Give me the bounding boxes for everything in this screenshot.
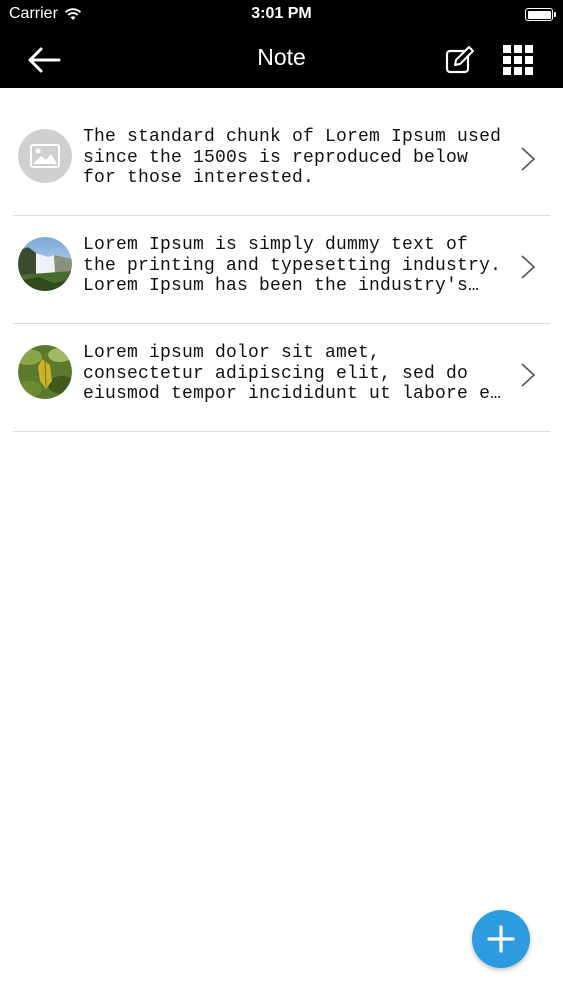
note-list-screen: Carrier 3:01 PM Note The standard chunk … bbox=[0, 0, 563, 1000]
grid-icon bbox=[503, 45, 533, 75]
note-row[interactable]: Lorem Ipsum is simply dummy text of the … bbox=[13, 216, 550, 324]
status-bar: Carrier 3:01 PM bbox=[0, 0, 563, 30]
nav-bar: Note bbox=[0, 30, 563, 88]
plus-icon bbox=[487, 925, 515, 953]
waterfall-photo bbox=[18, 237, 72, 291]
fruit-photo bbox=[18, 345, 72, 399]
note-list: The standard chunk of Lorem Ipsum used s… bbox=[13, 108, 550, 432]
note-text: Lorem ipsum dolor sit amet, consectetur … bbox=[83, 343, 502, 404]
grid-button[interactable] bbox=[498, 40, 538, 80]
chevron-right-icon bbox=[521, 147, 536, 171]
placeholder-image-icon bbox=[18, 129, 72, 183]
edit-button[interactable] bbox=[440, 40, 480, 80]
note-text: The standard chunk of Lorem Ipsum used s… bbox=[83, 127, 502, 188]
battery-fill bbox=[527, 10, 551, 19]
status-time: 3:01 PM bbox=[251, 5, 312, 22]
note-text: Lorem Ipsum is simply dummy text of the … bbox=[83, 235, 502, 296]
battery-icon bbox=[525, 8, 556, 21]
note-row[interactable]: Lorem ipsum dolor sit amet, consectetur … bbox=[13, 324, 550, 432]
add-note-button[interactable] bbox=[472, 910, 530, 968]
chevron-right-icon bbox=[521, 363, 536, 387]
chevron-right-icon bbox=[521, 255, 536, 279]
note-row[interactable]: The standard chunk of Lorem Ipsum used s… bbox=[13, 108, 550, 216]
edit-icon bbox=[445, 46, 474, 74]
